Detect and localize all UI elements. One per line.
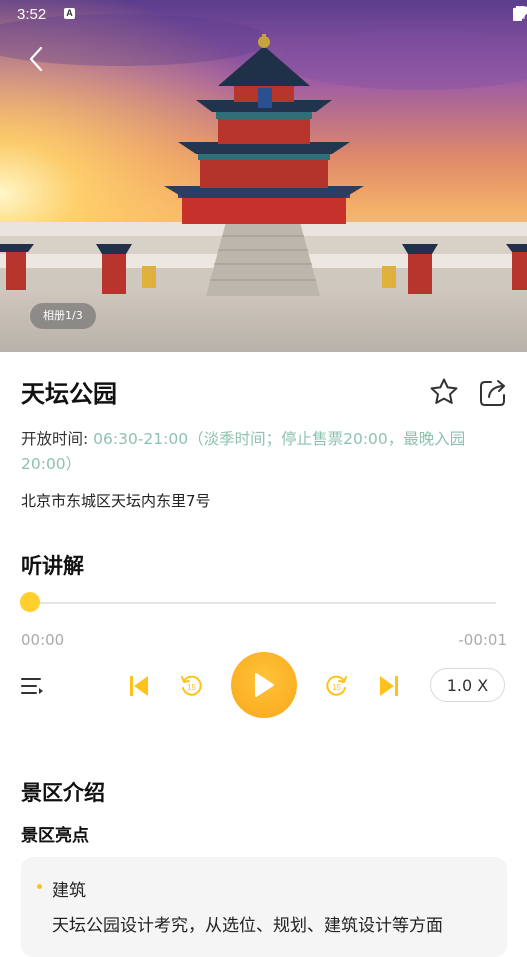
attraction-title: 天坛公园 xyxy=(21,380,117,408)
album-counter-badge[interactable]: 相册1/3 xyxy=(30,303,96,329)
skip-next-button[interactable] xyxy=(374,672,404,700)
back-button[interactable] xyxy=(28,46,60,80)
notification-icon: A xyxy=(64,8,75,19)
playback-speed-button[interactable]: 1.0 X xyxy=(430,668,505,702)
status-bar: 3:52 A xyxy=(0,0,527,30)
highlight-card-text: 天坛公园设计考究，从选位、规划、建筑设计等方面 xyxy=(52,916,443,936)
share-button[interactable] xyxy=(477,377,509,409)
forward-15-icon: 15 xyxy=(326,675,347,696)
highlight-card xyxy=(21,857,507,957)
back-icon xyxy=(29,46,43,72)
audio-guide-heading: 听讲解 xyxy=(21,554,84,578)
highlights-heading: 景区亮点 xyxy=(21,826,89,846)
address[interactable]: 北京市东城区天坛内东里7号 xyxy=(21,490,211,511)
favorite-button[interactable] xyxy=(428,376,460,408)
skip-previous-button[interactable] xyxy=(124,672,154,700)
forward-seconds: 15 xyxy=(332,683,341,692)
scenic-intro-heading: 景区介绍 xyxy=(21,781,105,805)
playlist-icon xyxy=(21,678,43,694)
bullet-dot xyxy=(37,884,42,889)
rewind-15-icon: 15 xyxy=(181,675,202,696)
time-current: 00:00 xyxy=(21,631,65,649)
highlight-card-title: 建筑 xyxy=(52,881,86,901)
skip-previous-icon xyxy=(130,676,148,696)
progress-track[interactable] xyxy=(30,602,496,604)
status-time: 3:52 xyxy=(17,6,47,23)
play-button[interactable] xyxy=(231,652,297,718)
rewind-15-button[interactable]: 15 xyxy=(176,672,206,700)
rewind-seconds: 15 xyxy=(187,683,196,692)
star-icon xyxy=(430,378,458,404)
time-remaining: -00:01 xyxy=(458,631,507,649)
opening-hours: 开放时间: 06:30-21:00（淡季时间；停止售票20:00，最晚入园20:… xyxy=(21,427,509,477)
hero-photo[interactable]: 3:52 A 相册1/3 xyxy=(0,0,527,352)
opening-hours-label: 开放时间: xyxy=(21,430,89,448)
share-icon xyxy=(480,380,505,406)
playlist-button[interactable] xyxy=(18,672,46,700)
opening-hours-value: 06:30-21:00（淡季时间；停止售票20:00，最晚入园20:00） xyxy=(21,430,466,473)
forward-15-button[interactable]: 15 xyxy=(322,672,352,700)
play-icon xyxy=(255,673,274,697)
temple-of-heaven-photo xyxy=(0,0,527,352)
battery-icon xyxy=(513,6,522,21)
progress-thumb[interactable] xyxy=(20,592,40,612)
skip-next-icon xyxy=(380,676,398,696)
